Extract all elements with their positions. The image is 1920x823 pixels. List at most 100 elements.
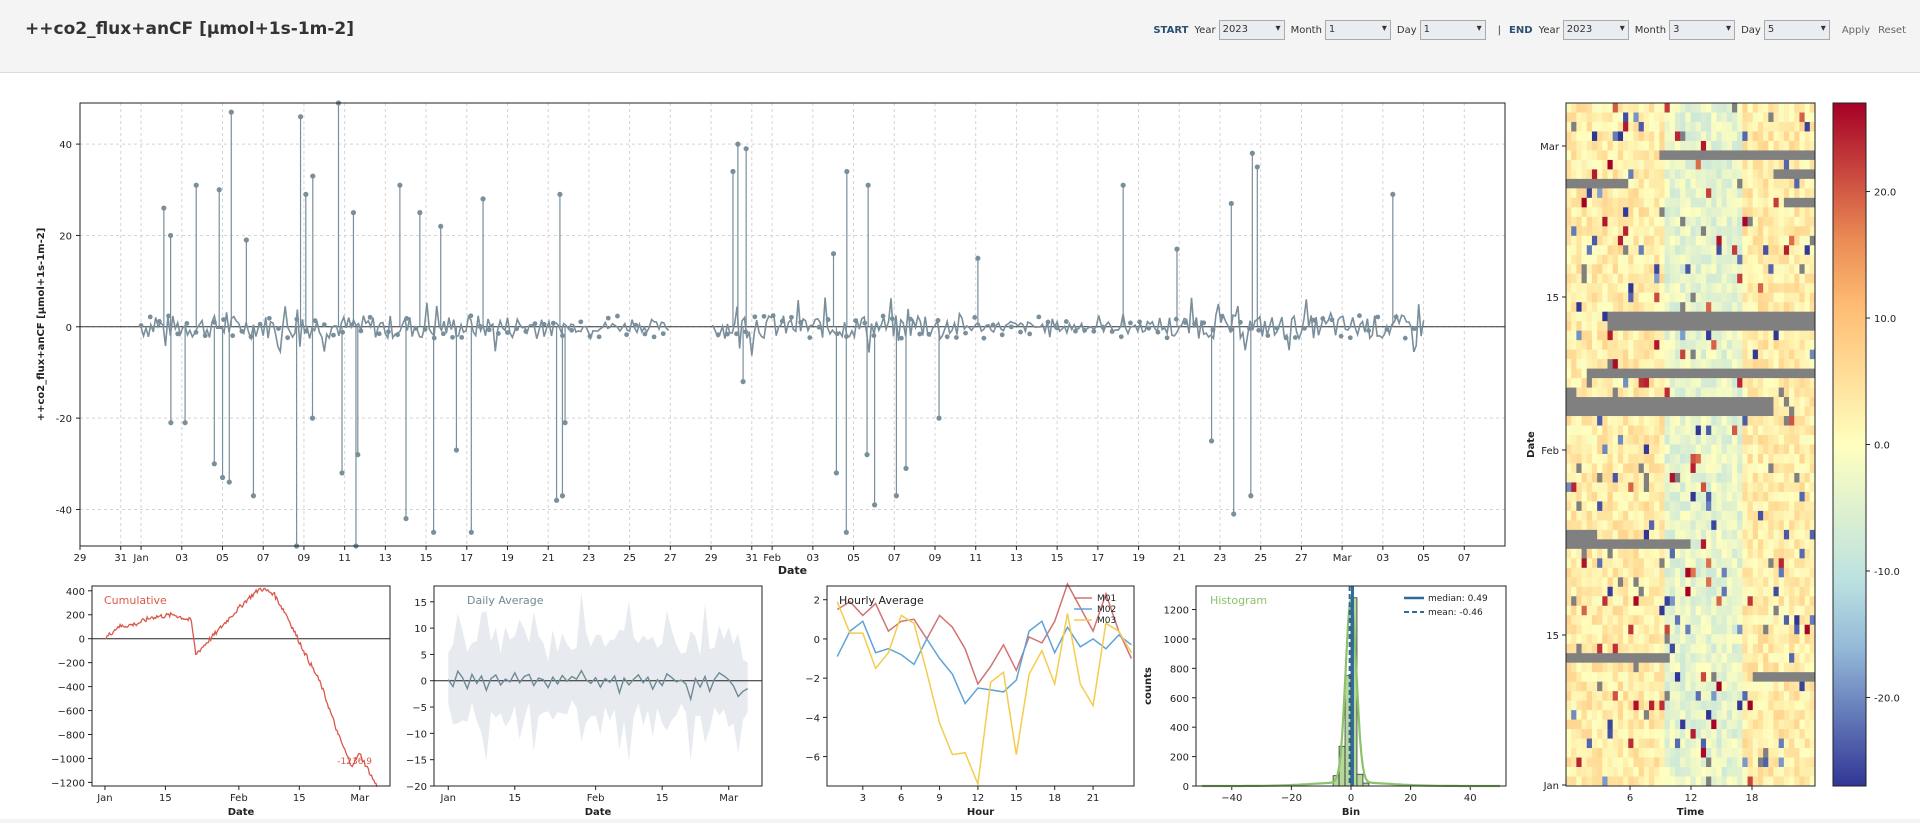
heatmap-cell [1617,700,1624,711]
end-year-select[interactable]: 2023 ▾ [1562,20,1629,40]
reset-button[interactable]: Reset [1878,25,1906,36]
heatmap-cell [1804,283,1811,294]
main-spike-point [936,415,942,421]
heatmap-cell [1576,178,1582,189]
heatmap-cell [1591,567,1598,578]
end-month-select[interactable]: 3 ▾ [1669,20,1736,40]
heatmap-cell [1789,634,1795,645]
end-day-select[interactable]: 5 ▾ [1763,20,1830,40]
heatmap-cell [1623,140,1629,151]
heatmap-cell [1674,425,1681,436]
heatmap-cell [1602,700,1608,711]
heatmap-cell [1778,112,1785,123]
heatmap-cell [1716,349,1723,360]
heatmap-cell [1602,586,1608,597]
heatmap-y-tick-label: Mar [1540,142,1560,153]
heatmap-cell [1669,330,1676,341]
heatmap-cell [1711,330,1717,341]
heatmap-cell [1773,150,1780,161]
main-data-point [276,326,281,331]
heatmap-cell [1726,425,1733,436]
heatmap-cell [1576,558,1582,569]
heatmap-cell [1680,748,1686,758]
heatmap-cell [1669,425,1676,436]
heatmap-cell [1659,681,1665,692]
heatmap-cell [1799,359,1806,370]
heatmap-cell [1659,368,1665,379]
heatmap-cell [1700,453,1707,464]
heatmap-cell [1726,406,1733,417]
heatmap-cell [1566,624,1572,635]
heatmap-cell [1571,691,1577,702]
main-data-point [532,321,538,327]
heatmap-cell [1711,472,1717,483]
heatmap-cell [1633,577,1640,588]
heatmap-cell [1778,691,1785,702]
heatmap-cell [1783,748,1790,758]
heatmap-cell [1680,539,1686,550]
heatmap-cell [1711,245,1717,256]
heatmap-cell [1706,112,1712,123]
heatmap-cell [1711,435,1717,445]
heatmap-cell [1607,491,1614,502]
start-year-select[interactable]: 2023 ▾ [1218,20,1285,40]
main-data-point [1137,319,1142,325]
heatmap-cell [1763,264,1769,275]
heatmap-cell [1763,283,1769,294]
heatmap-cell [1732,738,1738,749]
heatmap-cell [1633,235,1640,246]
heatmap-cell [1783,672,1790,683]
heatmap-cell [1638,103,1645,113]
heatmap-cell [1586,596,1593,607]
heatmap-cell [1607,131,1614,142]
heatmap-cell [1607,776,1614,787]
start-month-select[interactable]: 1 ▾ [1324,20,1391,40]
heatmap-cell [1716,359,1723,370]
end-label: END [1509,24,1533,36]
heatmap-cell [1659,444,1665,455]
heatmap-cell [1747,653,1754,664]
heatmap-cell [1654,103,1660,113]
heatmap-cell [1623,510,1629,521]
heatmap-cell [1591,482,1598,493]
apply-button[interactable]: Apply [1842,25,1870,36]
heatmap-cell [1654,159,1660,170]
heatmap-cell [1726,501,1733,512]
heatmap-cell [1737,321,1743,332]
heatmap-cell [1726,729,1733,739]
heatmap-cell [1643,691,1650,702]
heatmap-cell [1680,710,1686,720]
main-data-point [1063,319,1069,324]
heatmap-cell [1768,757,1774,768]
heatmap-cell [1576,653,1582,664]
heatmap-cell [1638,453,1645,464]
heatmap-cell [1649,112,1655,123]
heatmap-x-axis-label: Time [1677,807,1705,818]
heatmap-cell [1690,103,1697,113]
heatmap-cell [1721,491,1728,502]
heatmap-cell [1763,216,1769,227]
heatmap-cell [1602,340,1608,351]
heatmap-cell [1685,453,1691,464]
heatmap-cell [1638,235,1645,246]
heatmap-cell [1623,757,1629,768]
heatmap-cell [1757,330,1764,341]
heatmap-cell [1757,188,1764,199]
heatmap-cell [1617,368,1624,379]
heatmap-cell [1690,359,1697,370]
heatmap-cell [1607,672,1614,683]
heatmap-cell [1674,169,1681,180]
heatmap-cell [1773,767,1780,777]
heatmap-cell [1566,216,1572,227]
heatmap-cell [1654,273,1660,284]
start-day-select[interactable]: 1 ▾ [1419,20,1486,40]
heatmap-cell [1778,605,1785,616]
heatmap-cell [1721,586,1728,597]
heatmap-cell [1674,387,1681,398]
heatmap-cell [1799,510,1806,521]
heatmap-cell [1685,254,1691,265]
heatmap-cell [1654,520,1660,531]
heatmap-cell [1711,548,1717,559]
heatmap-cell [1799,387,1806,398]
heatmap-cell [1612,624,1619,635]
